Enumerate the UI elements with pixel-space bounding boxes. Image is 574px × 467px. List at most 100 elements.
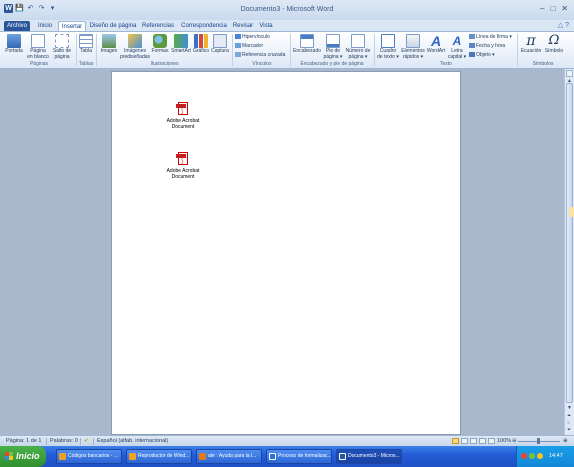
tray-icon[interactable] — [529, 453, 535, 459]
tab-correspondencia[interactable]: Correspondencia — [178, 21, 230, 31]
start-button[interactable]: Inicio — [0, 446, 46, 467]
minimize-button[interactable]: – — [540, 4, 544, 13]
captura-button[interactable]: Captura — [210, 34, 230, 55]
cuadro-texto-button[interactable]: Cuadro de texto ▾ — [376, 34, 400, 60]
letra-capital-button[interactable]: A Letra capital ▾ — [446, 34, 468, 60]
object-label-line2: Document — [171, 174, 195, 180]
tray-icon[interactable] — [537, 453, 543, 459]
web-layout-icon[interactable] — [470, 438, 477, 444]
full-screen-reading-icon[interactable] — [461, 438, 468, 444]
wordart-button[interactable]: A WordArt — [426, 34, 446, 55]
outline-view-icon[interactable] — [479, 438, 486, 444]
linea-firma-button[interactable]: Línea de firma ▾ — [469, 34, 512, 40]
embedded-object[interactable]: ⟆ Adobe Acrobat Document — [158, 102, 208, 130]
maximize-button[interactable]: □ — [550, 4, 555, 13]
tab-insertar[interactable]: Insertar — [58, 21, 86, 31]
scroll-position-indicator — [569, 207, 574, 217]
print-layout-view-icon[interactable] — [452, 438, 459, 444]
encabezado-button[interactable]: Encabezado — [292, 34, 322, 55]
view-ruler-button[interactable] — [566, 70, 573, 77]
document-page[interactable]: ⟆ Adobe Acrobat Document ⟆ Adobe Acrobat… — [111, 71, 461, 435]
browser-icon — [199, 453, 206, 460]
group-label-tablas: Tablas — [78, 61, 94, 67]
windows-flag-icon — [5, 452, 13, 460]
zoom-slider-knob[interactable] — [537, 438, 540, 444]
tab-vista[interactable]: Vista — [256, 21, 276, 31]
objeto-button[interactable]: Objeto ▾ — [469, 52, 495, 58]
drop-cap-icon: A — [452, 34, 462, 48]
scroll-down-arrow-icon[interactable]: ▼ — [567, 405, 572, 411]
tab-archivo[interactable]: Archivo — [4, 21, 30, 31]
taskbar-item[interactable]: Códigos bancarios - ... — [56, 449, 122, 464]
window-controls: – □ ✕ — [540, 4, 568, 13]
smartart-button[interactable]: SmartArt — [170, 34, 192, 55]
tab-referencias[interactable]: Referencias — [140, 21, 176, 31]
bookmark-icon — [235, 43, 241, 49]
text-box-icon — [381, 34, 395, 48]
hipervinculo-button[interactable]: Hipervínculo — [235, 34, 270, 40]
formas-button[interactable]: Formas — [151, 34, 169, 55]
pagina-en-blanco-button[interactable]: Página en blanco — [26, 34, 50, 60]
taskbar-item[interactable]: ate : Ayuda para la l... — [196, 449, 262, 464]
marcador-button[interactable]: Marcador — [235, 43, 263, 49]
screenshot-icon — [213, 34, 227, 48]
elementos-rapidos-button[interactable]: Elementos rápidos ▾ — [400, 34, 426, 60]
embedded-object[interactable]: ⟆ Adobe Acrobat Document — [158, 152, 208, 180]
help-icon[interactable]: △ ? — [558, 21, 569, 29]
app-icon — [59, 453, 66, 460]
group-separator — [96, 34, 97, 66]
next-page-icon[interactable]: ⏷ — [567, 427, 571, 433]
ribbon-insertar: Portada Página en blanco Salto de página… — [0, 31, 574, 69]
close-button[interactable]: ✕ — [561, 4, 568, 13]
ecuacion-button[interactable]: π Ecuación — [519, 34, 543, 55]
tab-revisar[interactable]: Revisar — [232, 21, 254, 31]
header-icon — [300, 34, 314, 48]
app-icon — [269, 453, 276, 460]
salto-pagina-button[interactable]: Salto de página — [51, 34, 73, 60]
hyperlink-icon — [235, 34, 241, 40]
word-icon — [339, 453, 346, 460]
date-time-icon — [469, 43, 475, 49]
scroll-thumb[interactable] — [566, 83, 573, 403]
draft-view-icon[interactable] — [488, 438, 495, 444]
wordart-icon: A — [430, 33, 442, 49]
taskbar-item[interactable]: Proceso de formalizac... — [266, 449, 332, 464]
status-separator — [93, 438, 94, 445]
taskbar-item[interactable]: Reproductor de Wind... — [126, 449, 192, 464]
group-label-ilustraciones: Ilustraciones — [150, 61, 179, 67]
cover-page-icon — [7, 34, 21, 48]
group-separator — [374, 34, 375, 66]
pie-pagina-button[interactable]: Pie de página ▾ — [322, 34, 344, 60]
vertical-scrollbar[interactable]: ▲ ▼ ⏶ ○ ⏷ — [564, 69, 574, 435]
tray-icon[interactable] — [521, 453, 527, 459]
windows-taskbar: Inicio Códigos bancarios - ... Reproduct… — [0, 446, 574, 467]
browse-object-icon[interactable]: ○ — [567, 420, 570, 426]
tab-diseno-pagina[interactable]: Diseño de página — [88, 21, 138, 31]
document-area: ⟆ Adobe Acrobat Document ⟆ Adobe Acrobat… — [0, 69, 564, 435]
grafico-button[interactable]: Gráfico — [192, 34, 210, 55]
blank-page-icon — [31, 34, 45, 48]
tabla-button[interactable]: Tabla — [78, 34, 94, 55]
portada-button[interactable]: Portada — [4, 34, 24, 55]
clip-art-icon — [128, 34, 142, 48]
fecha-hora-button[interactable]: Fecha y hora — [469, 43, 505, 49]
imagen-button[interactable]: Imagen — [99, 34, 119, 55]
numero-pagina-button[interactable]: Número de página ▾ — [344, 34, 372, 60]
taskbar-item-word[interactable]: Documento3 - Micros... — [336, 449, 402, 464]
referencia-cruzada-button[interactable]: Referencia cruzada — [235, 52, 285, 58]
group-label-texto: Texto — [440, 61, 452, 67]
group-separator — [290, 34, 291, 66]
imagenes-prediseñadas-button[interactable]: Imágenes prediseñadas — [120, 34, 150, 60]
ribbon-tabs: Archivo Inicio Insertar Diseño de página… — [0, 20, 574, 31]
acrobat-document-icon: ⟆ — [176, 102, 190, 116]
group-separator — [232, 34, 233, 66]
object-label-line2: Document — [171, 124, 195, 130]
page-break-icon — [55, 34, 69, 48]
equation-icon: π — [526, 33, 536, 49]
simbolo-button[interactable]: Ω Símbolo — [543, 34, 565, 55]
chart-icon — [194, 34, 208, 48]
previous-page-icon[interactable]: ⏶ — [567, 413, 571, 419]
system-tray: 14:47 — [516, 446, 574, 467]
tab-inicio[interactable]: Inicio — [34, 21, 56, 31]
clock[interactable]: 14:47 — [549, 446, 563, 467]
